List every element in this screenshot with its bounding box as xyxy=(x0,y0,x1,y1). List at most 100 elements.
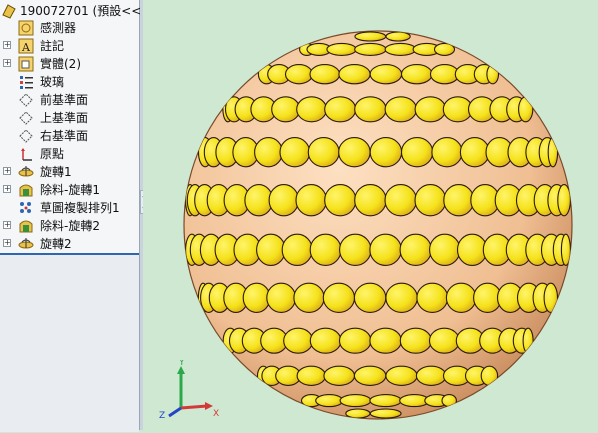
annotation-icon: A xyxy=(18,38,34,54)
tree-item-revolve2[interactable]: + 旋轉2 xyxy=(0,235,139,253)
dimple xyxy=(323,365,356,386)
dimple xyxy=(309,64,341,85)
dimple xyxy=(384,42,417,56)
tree-item-label: 註記 xyxy=(40,39,65,53)
cut-revolve-icon xyxy=(18,218,34,234)
expand-icon[interactable]: + xyxy=(3,185,11,193)
feature-manager-tree: 190072701 (預設<<預 感測器 + A 註記 + 實體(2) 玻璃 前… xyxy=(0,0,153,432)
dimple xyxy=(547,137,559,168)
tree-item-label: 草圖複製排列1 xyxy=(40,201,120,215)
dimple xyxy=(369,64,403,85)
tree-item-cut-revolve1[interactable]: + 除料-旋轉1 xyxy=(0,181,139,199)
dimple xyxy=(400,137,434,168)
plane-icon xyxy=(18,110,34,126)
dimple xyxy=(322,282,356,313)
expand-icon[interactable]: + xyxy=(3,167,11,175)
dimple xyxy=(296,96,328,123)
dimple xyxy=(339,394,372,408)
tree-item-right-plane[interactable]: 右基準面 xyxy=(0,127,139,145)
tree-item-top-plane[interactable]: 上基準面 xyxy=(0,109,139,127)
dimple xyxy=(354,42,387,56)
origin-icon xyxy=(18,146,34,162)
dimple xyxy=(281,233,313,266)
dimple xyxy=(315,394,344,408)
expand-icon[interactable]: + xyxy=(3,239,11,247)
dimple xyxy=(384,96,418,123)
expand-icon[interactable]: + xyxy=(3,41,11,49)
tree-item-origin[interactable]: 原點 xyxy=(0,145,139,163)
sensor-icon xyxy=(18,20,34,36)
tree-item-revolve1[interactable]: + 旋轉1 xyxy=(0,163,139,181)
tree-item-solid-bodies[interactable]: + 實體(2) xyxy=(0,55,139,73)
dimple xyxy=(429,64,460,85)
dimple xyxy=(384,184,417,217)
cut-revolve-icon xyxy=(18,182,34,198)
dimple xyxy=(416,282,449,313)
dimple xyxy=(456,233,488,266)
dimple xyxy=(339,233,372,266)
tree-item-front-plane[interactable]: 前基準面 xyxy=(0,91,139,109)
dimple xyxy=(338,327,372,354)
x-axis-line xyxy=(180,404,208,410)
tree-item-label: 實體(2) xyxy=(40,57,81,71)
plane-icon xyxy=(18,128,34,144)
dimple xyxy=(445,282,477,313)
dimple xyxy=(459,137,490,168)
dimple xyxy=(309,233,342,266)
z-axis-line xyxy=(168,406,182,418)
dimple xyxy=(369,137,403,168)
dimple xyxy=(354,31,387,42)
dimple xyxy=(242,282,271,313)
tree-item-label: 前基準面 xyxy=(40,93,89,107)
dimple xyxy=(557,184,571,217)
revolve-icon xyxy=(18,236,34,252)
dimple xyxy=(293,282,325,313)
x-axis-label: X xyxy=(213,409,219,419)
dimple xyxy=(369,233,402,266)
axis-triad: Y X Z xyxy=(155,358,225,421)
dimple xyxy=(353,282,387,313)
z-axis-label: Z xyxy=(159,411,165,420)
dimple xyxy=(429,233,461,266)
dimple xyxy=(324,96,357,123)
dimple xyxy=(353,365,387,386)
material-icon xyxy=(18,74,34,90)
dimple xyxy=(522,327,534,354)
tree-item-label: 旋轉2 xyxy=(40,237,72,251)
y-axis-label: Y xyxy=(178,360,185,368)
tree-item-sensors[interactable]: 感測器 xyxy=(0,19,139,37)
svg-text:A: A xyxy=(21,41,31,54)
dimple xyxy=(431,137,463,168)
expand-icon[interactable]: + xyxy=(3,59,11,67)
tree-item-annotations[interactable]: + A 註記 xyxy=(0,37,139,55)
dimple xyxy=(296,365,327,386)
dimple xyxy=(338,137,371,168)
dimple xyxy=(324,184,357,217)
dimple xyxy=(354,184,387,217)
part-icon xyxy=(1,3,17,19)
expand-icon[interactable]: + xyxy=(3,221,11,229)
dimple xyxy=(279,137,311,168)
sphere-body xyxy=(183,30,573,420)
dimple xyxy=(268,184,300,217)
dimple xyxy=(244,184,274,217)
dimple xyxy=(271,96,301,123)
dimple xyxy=(385,365,418,386)
sketch-pattern-icon xyxy=(18,200,34,216)
dimple xyxy=(385,31,411,42)
tree-item-material[interactable]: 玻璃 xyxy=(0,73,139,91)
tree-item-label: 原點 xyxy=(40,147,65,161)
dimple xyxy=(399,327,432,354)
dimple xyxy=(266,282,297,313)
tree-item-cut-revolve2[interactable]: + 除料-旋轉2 xyxy=(0,217,139,235)
tree-item-label: 右基準面 xyxy=(40,129,89,143)
dimple xyxy=(254,137,283,168)
tree-root[interactable]: 190072701 (預設<<預 xyxy=(0,2,153,20)
tree-item-sketch-pattern1[interactable]: 草圖複製排列1 xyxy=(0,199,139,217)
dimple xyxy=(486,64,500,85)
dimple xyxy=(284,64,314,85)
plane-icon xyxy=(18,92,34,108)
tree-item-label: 旋轉1 xyxy=(40,165,72,179)
dimple xyxy=(345,408,371,419)
dimple xyxy=(415,365,447,386)
